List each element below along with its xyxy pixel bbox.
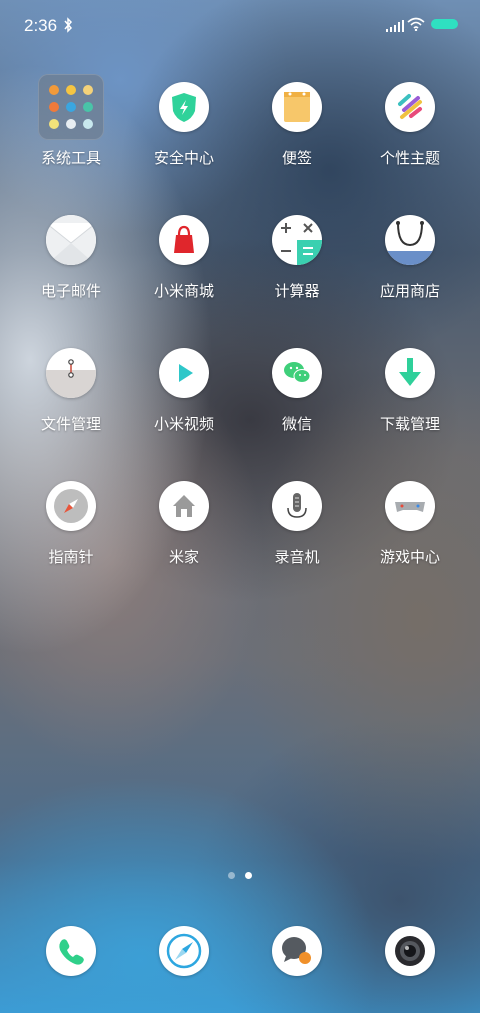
camera-icon — [385, 926, 435, 976]
download-icon — [385, 348, 435, 398]
app-label: 个性主题 — [379, 149, 440, 167]
app-label: 应用商店 — [379, 282, 440, 300]
recorder-icon — [272, 481, 322, 531]
app-label: 下载管理 — [379, 415, 440, 433]
app-store-icon — [385, 215, 435, 265]
notes-icon — [272, 82, 322, 132]
status-bar: 2:36 — [0, 0, 480, 52]
app-label: 便签 — [281, 149, 312, 167]
app-label: 文件管理 — [40, 415, 101, 433]
email-icon — [46, 215, 96, 265]
messages-icon — [272, 926, 322, 976]
phone-icon — [46, 926, 96, 976]
themes-icon — [385, 82, 435, 132]
app-label: 小米商城 — [153, 282, 214, 300]
bluetooth-icon — [64, 17, 73, 33]
video-play-icon — [159, 348, 209, 398]
shopping-bag-icon — [159, 215, 209, 265]
game-center-icon — [385, 481, 435, 531]
app-label: 游戏中心 — [379, 548, 440, 566]
page-indicator — [226, 872, 256, 882]
app-label: 系统工具 — [40, 149, 101, 167]
app-label: 米家 — [168, 548, 199, 566]
page-dot[interactable] — [228, 872, 235, 879]
app-label: 微信 — [281, 415, 312, 433]
security-shield-icon — [159, 82, 209, 132]
app-label: 录音机 — [274, 548, 320, 566]
cellular-signal-icon — [386, 20, 404, 32]
app-label: 安全中心 — [153, 149, 214, 167]
app-label: 小米视频 — [153, 415, 214, 433]
app-label: 电子邮件 — [40, 282, 101, 300]
file-manager-icon — [46, 348, 96, 398]
folder-icon — [38, 74, 104, 140]
app-label: 计算器 — [274, 282, 320, 300]
compass-icon — [46, 481, 96, 531]
page-dot-active[interactable] — [245, 872, 252, 879]
status-time: 2:36 — [24, 16, 58, 35]
battery-icon — [431, 19, 458, 29]
wifi-icon — [407, 17, 425, 31]
wechat-icon — [272, 348, 322, 398]
app-label: 指南针 — [48, 548, 94, 566]
browser-compass-icon — [159, 926, 209, 976]
home-icon — [159, 481, 209, 531]
calculator-icon — [272, 215, 322, 265]
